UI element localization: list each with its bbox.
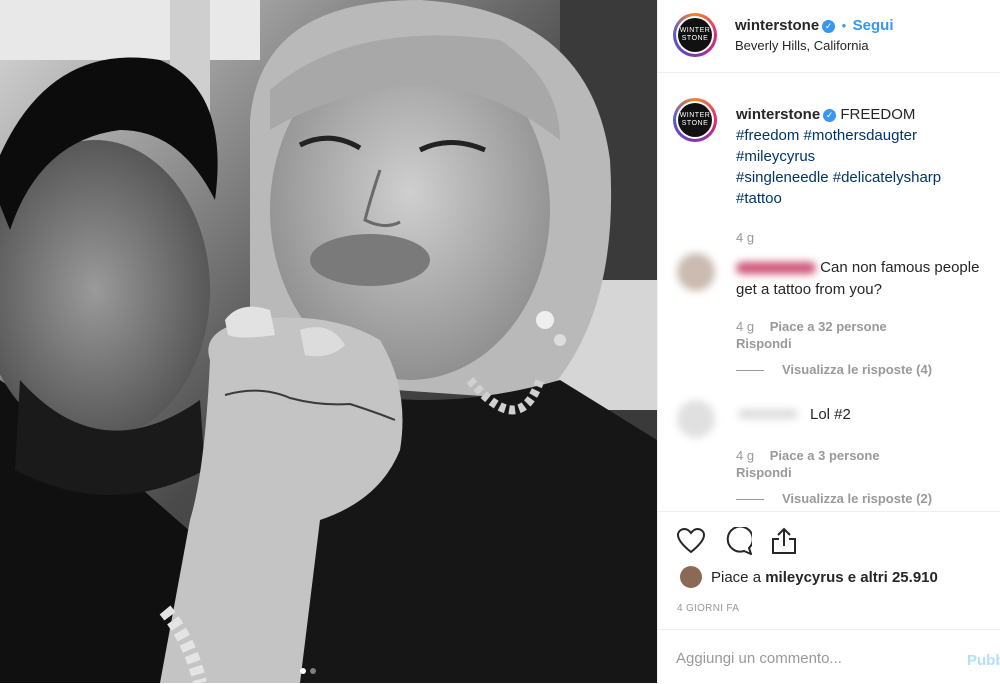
hashtag[interactable]: #delicatelysharp xyxy=(833,169,941,186)
post-location[interactable]: Beverly Hills, California xyxy=(735,38,869,53)
add-comment-bar: Pubblica xyxy=(658,629,1000,684)
likes-count[interactable]: e altri 25.910 xyxy=(848,569,938,586)
view-replies[interactable]: Visualizza le risposte (2) xyxy=(736,491,932,506)
caption-text: FREEDOM xyxy=(840,106,916,123)
reply-line xyxy=(736,370,764,372)
comment-meta: 4 g Piace a 32 persone Rispondi xyxy=(736,319,991,354)
caption-avatar[interactable]: WINTER STONE xyxy=(673,98,717,142)
hashtag[interactable]: #tattoo xyxy=(736,190,782,207)
share-icon[interactable] xyxy=(768,525,800,557)
view-replies-label: Visualizza le risposte (2) xyxy=(782,491,933,506)
comment: Can non famous people get a tattoo from … xyxy=(736,257,991,301)
reply-line xyxy=(736,499,764,501)
heart-icon[interactable] xyxy=(675,525,707,557)
reply-button[interactable]: Rispondi xyxy=(736,336,792,351)
carousel-dot xyxy=(310,668,316,674)
avatar-image: WINTER STONE xyxy=(678,103,712,137)
hashtag[interactable]: #singleneedle xyxy=(736,169,829,186)
commenter-avatar[interactable] xyxy=(677,400,715,438)
post-side-panel: WINTER STONE winterstone ✓ • Segui Beverl… xyxy=(657,0,1000,683)
hashtag[interactable]: #freedom xyxy=(736,127,799,144)
author-username[interactable]: winterstone xyxy=(735,17,819,34)
liker-avatar[interactable] xyxy=(680,566,702,588)
caption-username[interactable]: winterstone xyxy=(736,106,820,123)
post-actions: Piace a mileycyrus e altri 25.910 4 GIOR… xyxy=(658,511,1000,630)
view-replies-label: Visualizza le risposte (4) xyxy=(782,362,933,377)
post-time[interactable]: 4 GIORNI FA xyxy=(677,603,739,614)
comments-section[interactable]: WINTER STONE winterstone ✓ FREEDOM #freed… xyxy=(658,73,1000,511)
comment-bubble-icon[interactable] xyxy=(722,525,754,557)
avatar-image: WINTER STONE xyxy=(678,18,712,52)
author-avatar[interactable]: WINTER STONE xyxy=(673,13,717,57)
verified-badge-icon: ✓ xyxy=(822,20,836,33)
photo-illustration xyxy=(0,0,657,683)
likes-summary: Piace a mileycyrus e altri 25.910 xyxy=(680,566,938,588)
view-replies[interactable]: Visualizza le risposte (4) xyxy=(736,362,932,377)
carousel-indicator xyxy=(300,668,316,674)
comment-time[interactable]: 4 g xyxy=(736,319,754,334)
post-photo[interactable] xyxy=(0,0,657,683)
follow-separator: • xyxy=(841,18,847,33)
comment-likes[interactable]: Piace a 32 persone xyxy=(770,319,887,334)
post-header: WINTER STONE winterstone ✓ • Segui Beverl… xyxy=(658,0,1000,73)
carousel-dot-active xyxy=(300,668,306,674)
follow-button[interactable]: Segui xyxy=(853,17,894,34)
commenter-username-redacted[interactable] xyxy=(736,262,816,275)
comment-text: Lol #2 xyxy=(810,406,851,423)
likes-prefix: Piace a xyxy=(711,568,762,586)
liker-username[interactable]: mileycyrus xyxy=(765,569,843,586)
comment-time[interactable]: 4 g xyxy=(736,448,754,463)
commenter-username-redacted[interactable] xyxy=(738,409,798,419)
hashtag[interactable]: #mileycyrus xyxy=(736,148,815,165)
hashtag[interactable]: #mothersdaugter xyxy=(804,127,917,144)
verified-badge-icon: ✓ xyxy=(823,109,837,122)
reply-button[interactable]: Rispondi xyxy=(736,465,792,480)
caption-time[interactable]: 4 g xyxy=(736,230,754,245)
comment-likes[interactable]: Piace a 3 persone xyxy=(770,448,880,463)
commenter-avatar[interactable] xyxy=(677,253,715,291)
comment-input[interactable] xyxy=(676,650,946,667)
publish-button[interactable]: Pubblica xyxy=(967,652,1000,669)
comment-meta: 4 g Piace a 3 persone Rispondi xyxy=(736,448,991,483)
caption: winterstone ✓ FREEDOM #freedom #mothersda… xyxy=(736,104,986,209)
